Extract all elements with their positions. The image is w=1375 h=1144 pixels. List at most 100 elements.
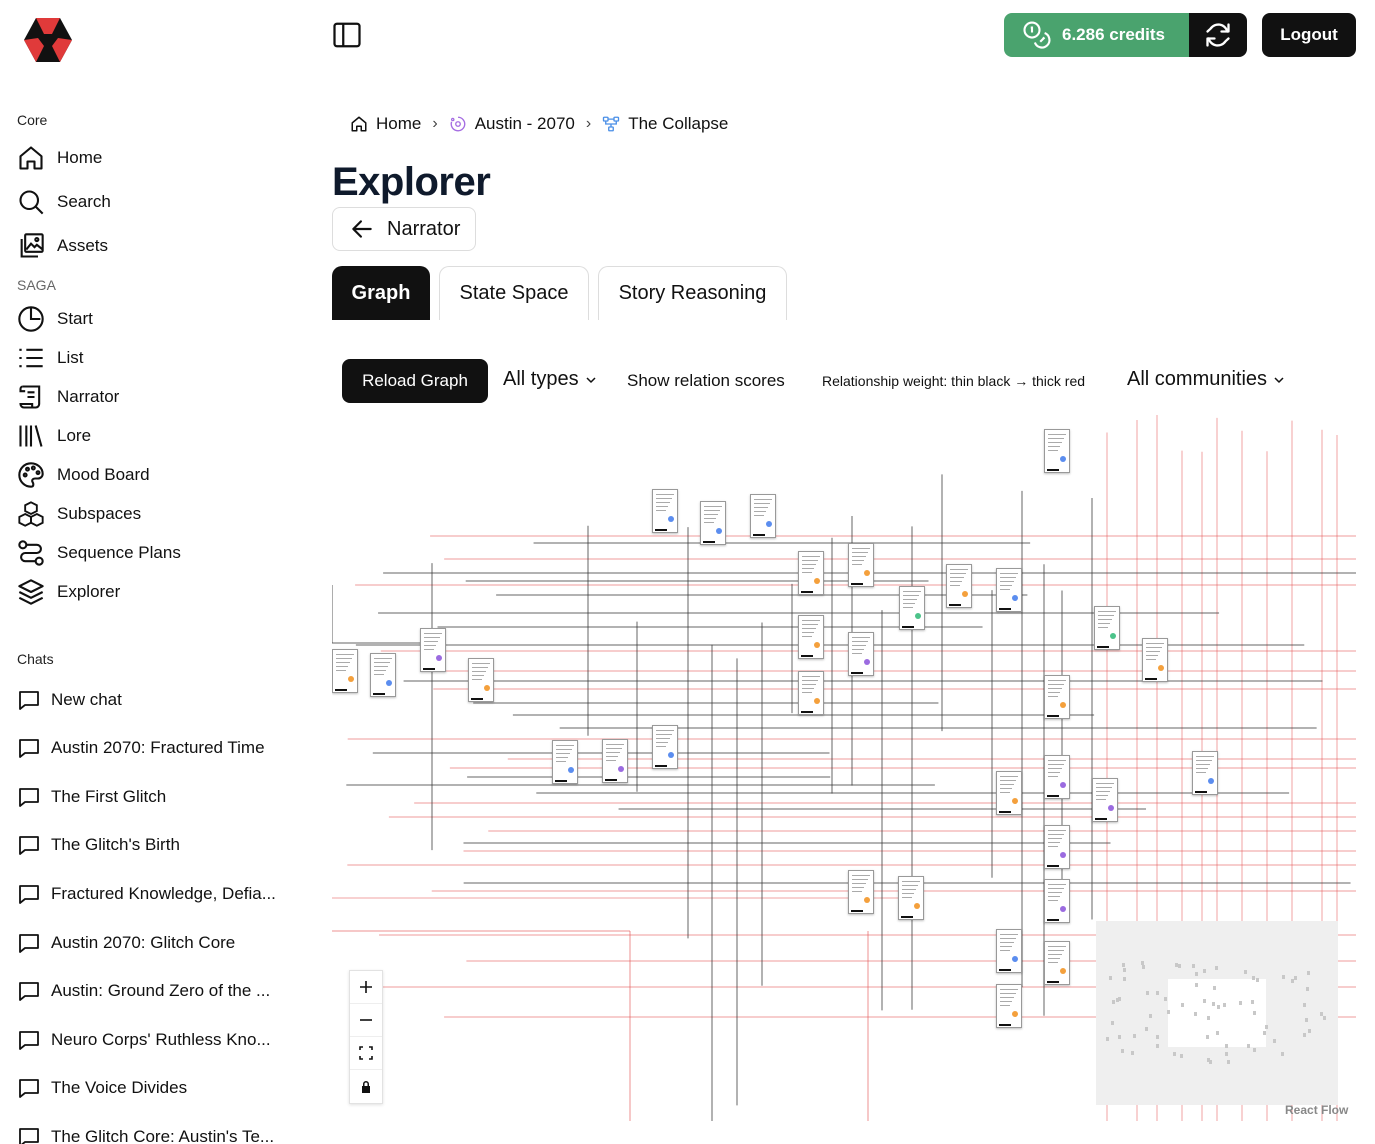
graph-node[interactable] [1094, 606, 1120, 650]
sidebar-item-subspaces[interactable]: Subspaces [17, 499, 141, 529]
breadcrumb-saga[interactable]: Austin - 2070 [475, 114, 575, 134]
graph-node[interactable] [798, 615, 824, 659]
graph-node[interactable] [898, 876, 924, 920]
graph-node[interactable] [370, 653, 396, 697]
node-handle-bar [703, 541, 715, 543]
chats-section-label: Chats [17, 651, 54, 667]
show-relation-scores-toggle[interactable]: Show relation scores [627, 371, 785, 391]
refresh-credits-button[interactable] [1189, 13, 1247, 57]
graph-node[interactable] [946, 564, 972, 608]
sidebar-item-explorer[interactable]: Explorer [17, 577, 120, 607]
chat-item[interactable]: New chat [17, 685, 297, 715]
sidebar-item-narrator[interactable]: Narrator [17, 382, 119, 412]
chat-item[interactable]: Neuro Corps' Ruthless Kno... [17, 1025, 297, 1055]
breadcrumb-home[interactable]: Home [376, 114, 421, 134]
graph-node[interactable] [1044, 941, 1070, 985]
graph-node[interactable] [798, 551, 824, 595]
communities-dropdown[interactable]: All communities [1127, 368, 1285, 391]
graph-node[interactable] [602, 739, 628, 783]
chat-item[interactable]: Fractured Knowledge, Defia... [17, 879, 297, 909]
graph-node[interactable] [1192, 751, 1218, 795]
chat-title: Fractured Knowledge, Defia... [51, 884, 276, 903]
chat-item[interactable]: The Glitch's Birth [17, 830, 297, 860]
sidebar-item-assets[interactable]: Assets [17, 231, 108, 261]
graph-node[interactable] [1044, 755, 1070, 799]
reload-graph-button[interactable]: Reload Graph [342, 359, 488, 403]
minimap-viewport[interactable] [1168, 979, 1266, 1047]
graph-node[interactable] [1044, 825, 1070, 869]
sidebar-item-list[interactable]: List [17, 343, 83, 373]
minimap-node [1203, 968, 1207, 973]
minimap-node [1155, 990, 1159, 995]
graph-node[interactable] [798, 671, 824, 715]
minimap-node [1145, 1026, 1149, 1031]
node-text-line [902, 897, 912, 898]
chat-item[interactable]: The First Glitch [17, 782, 297, 812]
node-text-line [374, 662, 390, 663]
graph-node[interactable] [996, 771, 1022, 815]
sidebar-item-lore[interactable]: Lore [17, 421, 91, 451]
tab-graph[interactable]: Graph [332, 266, 430, 320]
node-text-line [1146, 659, 1156, 660]
graph-node[interactable] [848, 870, 874, 914]
back-to-narrator-button[interactable]: Narrator [332, 207, 476, 251]
zoom-out-button[interactable] [350, 1004, 382, 1037]
app-logo[interactable] [22, 16, 74, 64]
node-text-line [1048, 962, 1058, 963]
graph-node[interactable] [750, 494, 776, 538]
graph-node[interactable] [468, 658, 494, 702]
graph-node[interactable] [996, 568, 1022, 612]
graph-node[interactable] [996, 984, 1022, 1028]
graph-node[interactable] [848, 543, 874, 587]
logout-button[interactable]: Logout [1262, 13, 1356, 57]
graph-node[interactable] [996, 929, 1022, 973]
node-text-line [1048, 954, 1062, 955]
sidebar-item-start[interactable]: Start [17, 304, 93, 334]
graph-node[interactable] [1092, 778, 1118, 822]
graph-node[interactable] [652, 489, 678, 533]
chat-item[interactable]: The Voice Divides [17, 1073, 297, 1103]
graph-node[interactable] [848, 632, 874, 676]
graph-node[interactable] [899, 586, 925, 630]
lock-toggle-button[interactable] [350, 1070, 382, 1103]
chat-title: Neuro Corps' Ruthless Kno... [51, 1030, 271, 1049]
graph-node[interactable] [1044, 879, 1070, 923]
graph-node[interactable] [332, 649, 358, 693]
graph-node[interactable] [700, 501, 726, 545]
minimap-node [1132, 1033, 1136, 1038]
graph-minimap[interactable] [1096, 921, 1338, 1105]
chevron-down-icon [586, 376, 596, 383]
node-text-line [1048, 764, 1064, 765]
node-text-line [754, 507, 768, 508]
fit-view-button[interactable] [350, 1037, 382, 1070]
node-type-dot [1158, 665, 1164, 671]
graph-node[interactable] [1044, 429, 1070, 473]
react-flow-attribution[interactable]: React Flow [1285, 1103, 1348, 1117]
node-text-line [1000, 776, 1018, 777]
minimap-node [1105, 1036, 1109, 1041]
chat-item[interactable]: The Glitch Core: Austin's Te... [17, 1122, 297, 1144]
zoom-in-button[interactable] [350, 971, 382, 1004]
sidebar-item-mood-board[interactable]: Mood Board [17, 460, 150, 490]
chat-bubble-icon [19, 1031, 39, 1050]
graph-node[interactable] [552, 740, 578, 784]
graph-node[interactable] [1142, 638, 1168, 682]
chat-item[interactable]: Austin 2070: Fractured Time [17, 733, 297, 763]
graph-node[interactable] [420, 628, 446, 672]
node-type-dot [962, 591, 968, 597]
chat-item[interactable]: Austin: Ground Zero of the ... [17, 976, 297, 1006]
sidebar-item-search[interactable]: Search [17, 187, 111, 217]
chat-title: New chat [51, 690, 122, 709]
chevron-down-icon [1274, 376, 1284, 383]
node-text-line [852, 548, 870, 549]
graph-node[interactable] [652, 725, 678, 769]
graph-node[interactable] [1044, 675, 1070, 719]
sidebar-toggle-icon[interactable] [332, 20, 362, 50]
lock-icon [362, 1080, 370, 1093]
sidebar-item-home[interactable]: Home [17, 143, 102, 173]
sidebar-item-sequence-plans[interactable]: Sequence Plans [17, 538, 181, 568]
types-dropdown[interactable]: All types [503, 368, 597, 391]
chat-item[interactable]: Austin 2070: Glitch Core [17, 928, 297, 958]
tab-state-space[interactable]: State Space [439, 266, 589, 320]
tab-story-reasoning[interactable]: Story Reasoning [598, 266, 787, 320]
